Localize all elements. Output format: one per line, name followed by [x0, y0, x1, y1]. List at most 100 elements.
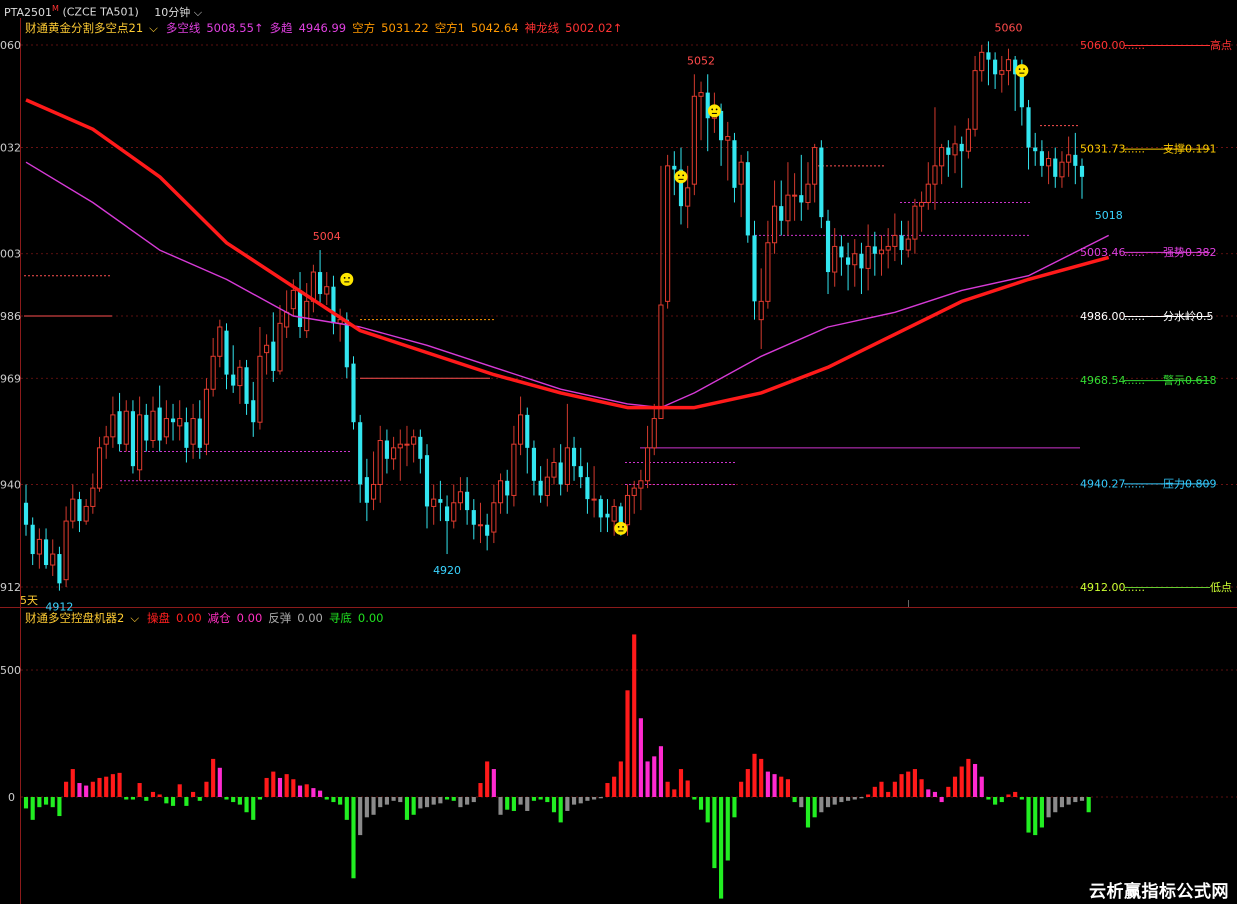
candle-body [611, 505, 617, 522]
level-name-label: 强势0.382 [1163, 246, 1217, 259]
volume-bar [244, 797, 249, 813]
candle-body [157, 407, 162, 441]
candle-body [779, 206, 784, 221]
volume-bar [1059, 797, 1065, 808]
sub-y-axis-tick-label: 0 [8, 791, 15, 804]
candle-body [150, 410, 156, 442]
days-label: 5天 [20, 594, 38, 607]
candle-body [304, 300, 310, 332]
volume-bar [104, 776, 109, 797]
candle-body [411, 436, 417, 445]
candle-body [457, 491, 464, 504]
candle-body [170, 418, 176, 423]
volume-bar [37, 797, 42, 808]
candle-body [658, 304, 664, 420]
candle-body [578, 466, 583, 478]
candle-body [244, 367, 249, 404]
volume-bar [531, 797, 537, 801]
volume-bar [672, 789, 677, 797]
candle-body [418, 436, 423, 459]
level-name-label: 高点 [1210, 38, 1232, 52]
candle-body [986, 52, 991, 60]
candle-body [518, 414, 524, 445]
volume-bar [164, 797, 169, 804]
candle-body [819, 147, 824, 218]
smiley-icon [707, 104, 721, 118]
volume-bar [725, 797, 730, 861]
volume-bar [959, 766, 964, 797]
candle-body [979, 51, 985, 72]
price-annotation: 4912 [45, 601, 73, 614]
volume-bar [411, 797, 416, 815]
volume-bar [846, 797, 851, 801]
candle-body [564, 447, 570, 485]
y-axis-tick-label: 940 [0, 478, 21, 491]
volume-bar [251, 797, 256, 820]
price-annotation: 5060 [994, 21, 1022, 34]
volume-bar [318, 790, 323, 797]
support-dash-lines [24, 125, 1080, 485]
volume-bar [364, 797, 369, 818]
volume-bar [852, 797, 857, 800]
volume-bar [1086, 797, 1091, 813]
candle-body [324, 286, 330, 295]
candle-body [465, 491, 470, 511]
volume-bar [77, 783, 82, 797]
candle-body [364, 477, 369, 503]
sub-y-axis-tick-label: 500 [0, 664, 21, 677]
candle-body [57, 554, 62, 584]
volume-bar [204, 781, 209, 797]
candle-body [1019, 74, 1024, 108]
candle-body [203, 388, 210, 445]
axis-labels: 060 032 003 986 969 940 912 500 0 5天 [0, 39, 38, 804]
candle-body [257, 355, 263, 423]
volume-bar [785, 779, 790, 797]
level-name-label: 警示0.618 [1163, 373, 1217, 387]
candle-body [672, 165, 677, 170]
candle-body [404, 443, 410, 446]
candle-body [351, 363, 356, 423]
volume-bar [478, 783, 483, 797]
candle-body [144, 414, 149, 441]
price-annotation: 5004 [313, 230, 341, 243]
candle-body [1079, 165, 1085, 177]
volume-bar [324, 797, 329, 800]
volume-bar [237, 797, 242, 805]
candle-body [885, 245, 891, 251]
candle-body [551, 461, 557, 478]
level-lines: 5060.00...... 高点5031.73...... 支撑0.1915003.… [1080, 38, 1232, 594]
candle-body [839, 246, 844, 258]
candle-body [197, 418, 202, 448]
candle-body [217, 326, 223, 357]
candle-body [184, 422, 189, 448]
candle-body [752, 235, 757, 302]
candle-body [825, 220, 831, 273]
candle-body [491, 502, 497, 533]
y-axis-tick-label: 060 [0, 39, 21, 52]
candle-body [370, 483, 377, 500]
candle-body [1059, 161, 1065, 178]
volume-bar [1013, 791, 1018, 797]
y-axis-tick-label: 986 [0, 310, 21, 323]
candle-body [651, 418, 657, 449]
volume-bar [498, 797, 503, 815]
volume-bar [685, 780, 690, 797]
volume-bar [117, 772, 122, 797]
volume-bar [999, 797, 1004, 803]
candle-body [805, 183, 811, 203]
candle-body [719, 110, 724, 141]
magenta-ma-line [25, 161, 1110, 409]
chart-canvas: 5060.00...... 高点5031.73...... 支撑0.1915003.… [0, 18, 1237, 904]
candle-body [377, 440, 383, 485]
candle-body [497, 480, 504, 504]
volume-bar [819, 797, 824, 813]
candle-body [431, 498, 437, 507]
candle-body [952, 143, 958, 156]
candle-body [792, 194, 798, 197]
volume-bar [50, 797, 55, 808]
candle-body [972, 70, 978, 130]
volume-bar [391, 797, 396, 801]
candle-body [745, 162, 750, 236]
volume-bar [311, 788, 316, 797]
candle-body [83, 505, 89, 522]
